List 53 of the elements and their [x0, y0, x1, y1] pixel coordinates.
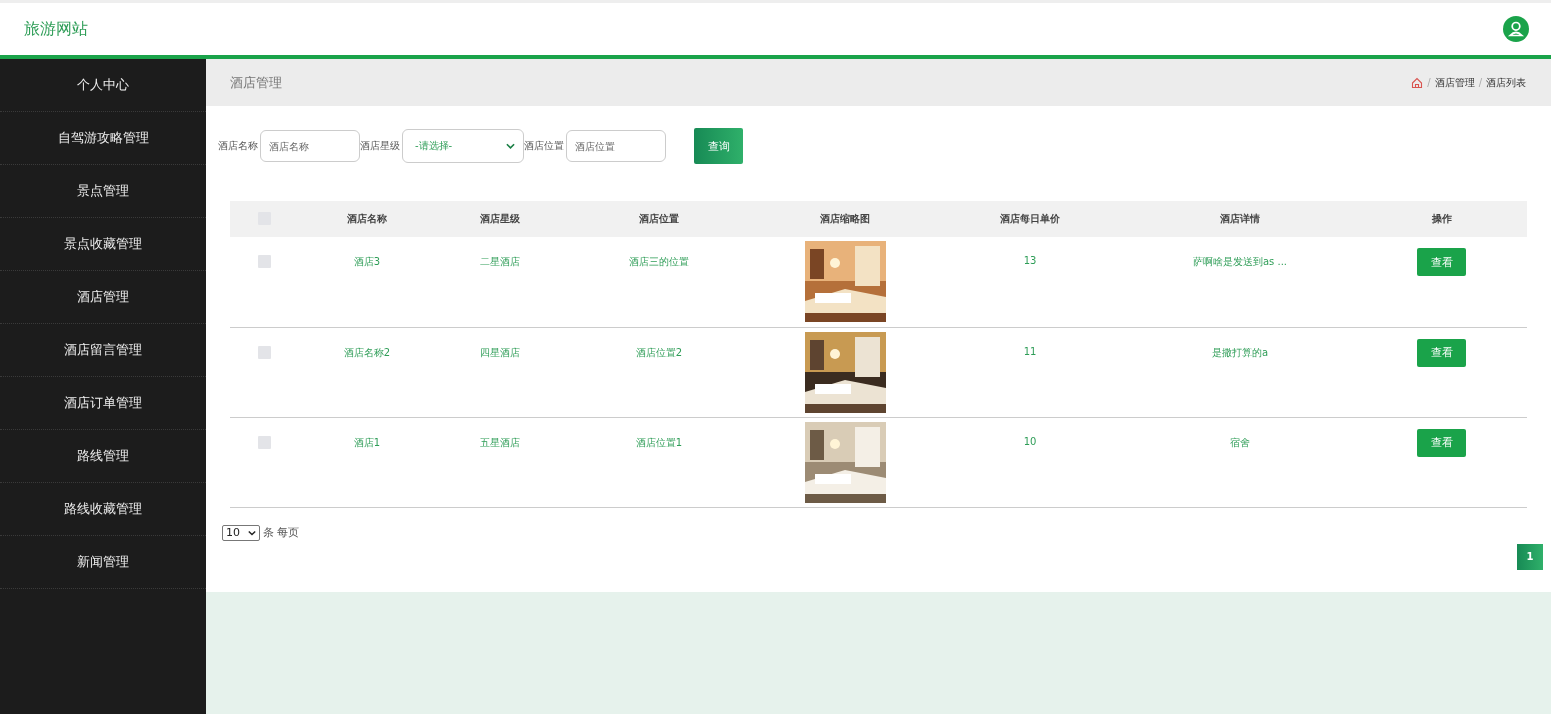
- column-header: 酒店每日单价: [1000, 213, 1060, 224]
- table-cell: 酒店位置2: [635, 346, 683, 358]
- sidebar-item[interactable]: 酒店留言管理: [0, 324, 206, 377]
- dropdown[interactable]: -请选择-: [402, 129, 524, 163]
- table-cell: 酒店3: [353, 256, 381, 267]
- caret-icon: [248, 529, 256, 536]
- column-header: 酒店名称: [347, 213, 387, 224]
- breadcrumb-separator: /: [1478, 77, 1482, 88]
- sidebar-item[interactable]: 酒店订单管理: [0, 377, 206, 430]
- table-cell: 酒店1: [353, 436, 381, 448]
- table-cell: 是撒打算的a: [1211, 346, 1269, 358]
- checkbox[interactable]: [257, 345, 271, 359]
- breadcrumb-link[interactable]: 酒店列表: [1486, 75, 1526, 90]
- field-label: 酒店名称: [218, 139, 258, 153]
- breadcrumb-separator: /: [1427, 77, 1431, 88]
- column-header: 酒店位置: [639, 213, 679, 224]
- table-cell: 酒店名称2: [343, 346, 391, 358]
- sidebar-item[interactable]: 新闻管理: [0, 536, 206, 589]
- home-icon[interactable]: [1411, 76, 1424, 89]
- table-cell: 13: [1023, 255, 1037, 266]
- table-cell: 宿舍: [1230, 436, 1250, 448]
- column-header: 操作: [1431, 213, 1452, 224]
- table-cell: 酒店位置1: [635, 436, 683, 448]
- table-cell: 四星酒店: [480, 346, 520, 358]
- table-cell: 酒店三的位置: [629, 256, 689, 267]
- search-button[interactable]: 查询: [694, 128, 743, 164]
- checkbox[interactable]: [257, 255, 271, 268]
- checkbox[interactable]: [257, 435, 271, 449]
- sidebar-item[interactable]: 路线管理: [0, 430, 206, 483]
- breadcrumb-link[interactable]: 酒店管理: [1434, 75, 1475, 90]
- table-cell: 10: [1023, 435, 1037, 447]
- search-field[interactable]: 酒店名称: [260, 130, 360, 162]
- sidebar-item[interactable]: 自驾游攻略管理: [0, 112, 206, 165]
- column-header: 酒店缩略图: [820, 213, 870, 224]
- column-header: 酒店星级: [480, 213, 520, 224]
- sidebar-item[interactable]: 酒店管理: [0, 271, 206, 324]
- site-title[interactable]: 旅游网站: [24, 18, 88, 40]
- table-cell: 11: [1023, 345, 1037, 357]
- page-size-label: 条 每页: [263, 525, 300, 540]
- search-field[interactable]: 酒店位置: [566, 130, 666, 162]
- caret-icon: [506, 143, 515, 149]
- table-cell: 萨啊啥是发送到as ...: [1192, 256, 1288, 267]
- user-avatar-icon[interactable]: [1503, 16, 1529, 42]
- field-label: 酒店星级: [360, 139, 400, 153]
- table-cell: 二星酒店: [480, 256, 520, 267]
- column-header: 酒店详情: [1220, 213, 1260, 224]
- sidebar-item[interactable]: 路线收藏管理: [0, 483, 206, 536]
- page-title: 酒店管理: [230, 73, 282, 92]
- field-label: 酒店位置: [524, 139, 564, 153]
- table-cell: 五星酒店: [480, 436, 520, 448]
- sidebar-item[interactable]: 景点收藏管理: [0, 218, 206, 271]
- sidebar-item[interactable]: 景点管理: [0, 165, 206, 218]
- page-size-select[interactable]: 10: [222, 524, 260, 541]
